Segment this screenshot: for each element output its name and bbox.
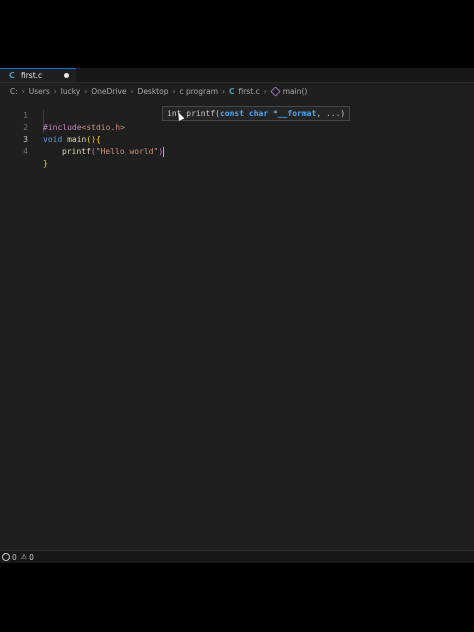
- parameter-hint-popup: int printf(const char *__format, ...): [162, 106, 351, 121]
- breadcrumb-desktop[interactable]: Desktop: [138, 87, 169, 96]
- error-count: 0: [12, 552, 17, 562]
- breadcrumb-c-program[interactable]: c program: [179, 87, 218, 96]
- breadcrumb-drive[interactable]: C:: [10, 87, 18, 96]
- tab-label: first.c: [21, 71, 43, 80]
- breadcrumb-lucky[interactable]: lucky: [61, 87, 80, 96]
- chevron-right-icon: ›: [130, 86, 134, 96]
- error-icon: [2, 553, 10, 561]
- string-literal: "Hello world": [95, 147, 159, 156]
- breadcrumb-users[interactable]: Users: [29, 87, 50, 96]
- editor-window: C first.c C: › Users › lucky › OneDrive …: [0, 68, 474, 563]
- chevron-right-icon: ›: [84, 86, 88, 96]
- tab-first-c[interactable]: C first.c: [0, 68, 76, 82]
- warning-icon: ⚠: [20, 553, 28, 561]
- chevron-right-icon: ›: [222, 86, 226, 96]
- c-file-icon: C: [229, 86, 235, 96]
- chevron-right-icon: ›: [263, 86, 267, 96]
- code-editor[interactable]: 1 #include<stdio.h> 2 void main(){ 3 pri…: [0, 98, 474, 538]
- hint-active-param: const char *__format: [219, 109, 317, 118]
- hint-suffix: , ...): [316, 109, 346, 118]
- breadcrumb-file[interactable]: first.c: [239, 87, 260, 96]
- unsaved-dot-icon[interactable]: [64, 73, 69, 78]
- chevron-right-icon: ›: [172, 86, 176, 96]
- breadcrumb-symbol[interactable]: main(): [283, 87, 308, 96]
- chevron-right-icon: ›: [53, 86, 57, 96]
- problems-indicator[interactable]: 0 ⚠ 0: [2, 553, 34, 562]
- symbol-method-icon: [270, 85, 281, 97]
- breadcrumb: C: › Users › lucky › OneDrive › Desktop …: [0, 85, 474, 97]
- tab-bar: C first.c: [0, 68, 474, 83]
- c-file-icon: C: [9, 71, 15, 80]
- function-call: printf: [62, 147, 91, 156]
- line-number: 4: [23, 147, 28, 156]
- code-line-active: 3 printf("Hello world"): [0, 122, 474, 157]
- status-bar: 0 ⚠ 0: [0, 550, 474, 563]
- code-line: 4 }: [0, 134, 474, 168]
- chevron-right-icon: ›: [21, 86, 25, 96]
- warning-count: 0: [29, 552, 34, 562]
- close-brace: }: [43, 159, 48, 168]
- text-cursor: [163, 146, 165, 157]
- code-text: printf("Hello world"): [62, 146, 165, 158]
- code-text: }: [43, 158, 48, 170]
- breadcrumb-onedrive[interactable]: OneDrive: [91, 87, 126, 96]
